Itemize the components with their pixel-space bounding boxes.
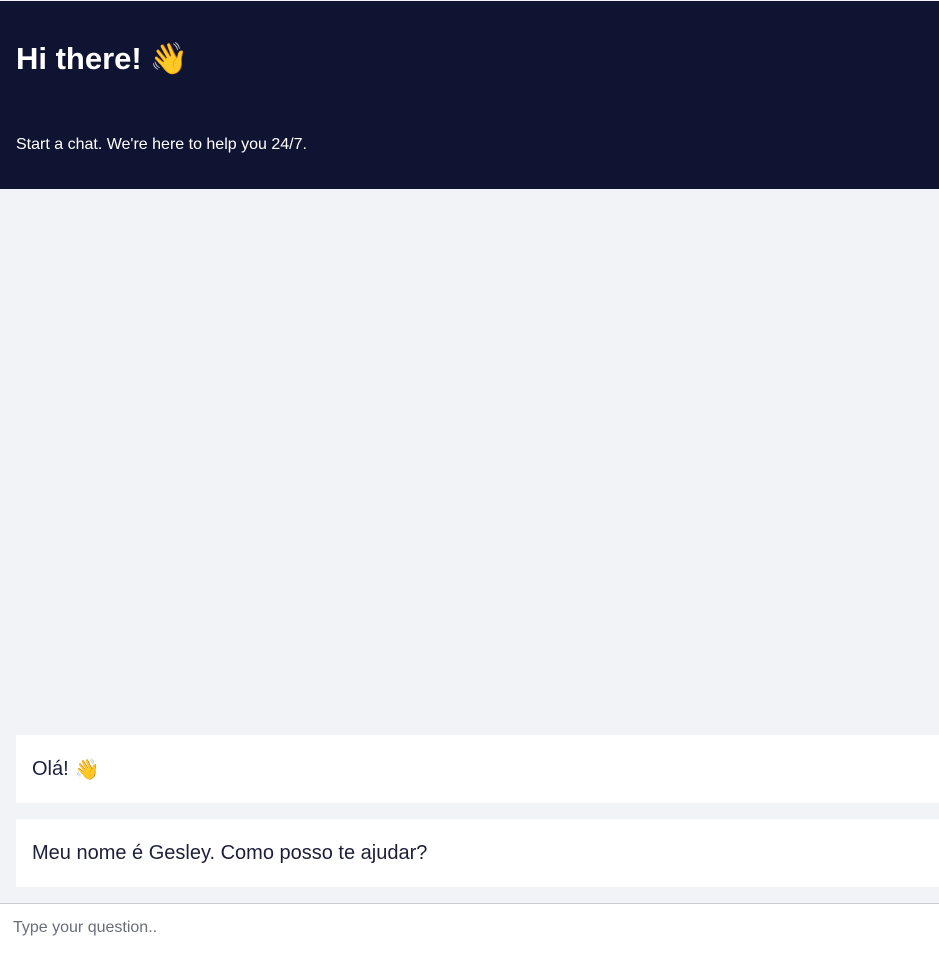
waving-hand-icon: 👋 (74, 757, 100, 781)
chat-message-text: Meu nome é Gesley. Como posso te ajudar? (32, 841, 428, 864)
waving-hand-icon: 👋 (149, 41, 189, 77)
header-subtitle: Start a chat. We're here to help you 24/… (16, 136, 307, 153)
question-input[interactable] (0, 904, 939, 952)
header-title-text: Hi there! (16, 41, 142, 76)
chat-messages-area[interactable]: Olá! 👋 Meu nome é Gesley. Como posso te … (0, 189, 939, 903)
message-input-bar (0, 903, 939, 953)
chat-message-text: Olá! (32, 757, 69, 780)
chat-message: Olá! 👋 (16, 735, 939, 803)
header-title: Hi there! 👋 (16, 39, 188, 79)
chat-header: Hi there! 👋 Start a chat. We're here to h… (0, 1, 939, 189)
chat-message: Meu nome é Gesley. Como posso te ajudar? (16, 819, 939, 887)
